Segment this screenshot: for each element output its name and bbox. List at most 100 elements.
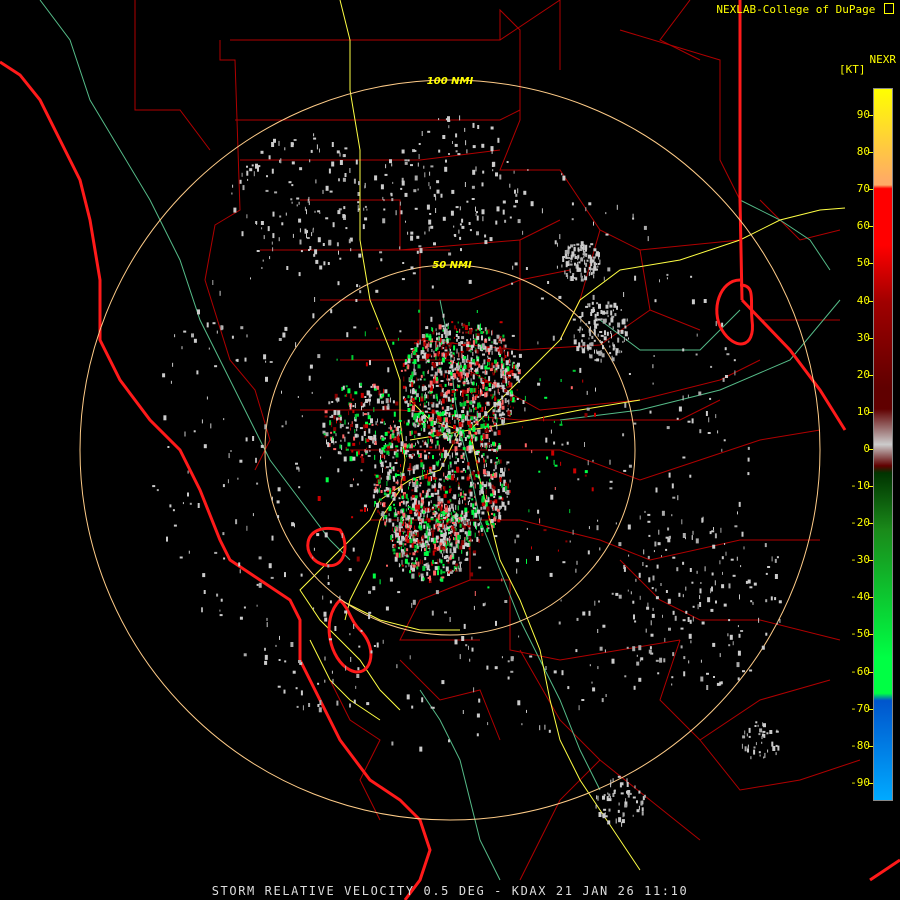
echo-pixel	[484, 602, 486, 606]
echo-pixel	[417, 561, 420, 567]
echo-pixel	[450, 376, 454, 380]
echo-pixel	[417, 356, 420, 362]
echo-pixel	[646, 606, 650, 610]
echo-pixel	[434, 566, 438, 571]
echo-pixel	[381, 511, 385, 517]
echo-pixel	[410, 266, 414, 270]
echo-pixel	[356, 674, 360, 678]
echo-pixel	[501, 405, 505, 410]
echo-pixel	[351, 355, 354, 361]
echo-pixel	[356, 483, 359, 486]
echo-pixel	[380, 450, 384, 455]
echo-pixel	[373, 434, 377, 440]
echo-pixel	[621, 821, 623, 827]
echo-pixel	[427, 391, 429, 394]
echo-pixel	[494, 397, 497, 401]
echo-pixel	[451, 440, 455, 445]
echo-pixel	[257, 166, 259, 172]
echo-pixel	[441, 341, 443, 345]
echo-pixel	[462, 323, 466, 327]
echo-pixel	[271, 535, 274, 541]
echo-pixel	[317, 704, 320, 707]
echo-pixel	[349, 404, 351, 410]
echo-pixel	[406, 554, 409, 558]
echo-pixel	[477, 471, 480, 475]
echo-pixel	[392, 548, 396, 552]
echo-pixel	[485, 350, 487, 353]
echo-pixel	[392, 341, 395, 345]
echo-pixel	[412, 401, 416, 405]
echo-pixel	[647, 520, 651, 523]
echo-pixel	[334, 626, 337, 631]
echo-pixel	[428, 528, 431, 532]
echo-pixel	[611, 592, 614, 595]
scale-label: -70	[850, 701, 870, 715]
echo-pixel	[587, 460, 589, 466]
echo-pixel	[776, 556, 779, 559]
echo-pixel	[710, 608, 714, 612]
echo-pixel	[401, 559, 403, 565]
echo-pixel	[477, 367, 479, 373]
echo-pixel	[322, 595, 324, 600]
echo-pixel	[336, 242, 339, 247]
echo-pixel	[437, 558, 439, 562]
echo-pixel	[431, 527, 433, 530]
echo-pixel	[484, 376, 486, 379]
echo-pixel	[775, 730, 779, 733]
echo-pixel	[482, 494, 484, 500]
echo-pixel	[413, 548, 417, 551]
echo-pixel	[643, 225, 647, 230]
echo-pixel	[277, 685, 281, 688]
scale-tick	[868, 337, 873, 339]
echo-pixel	[620, 329, 624, 334]
echo-pixel	[197, 503, 200, 508]
echo-pixel	[615, 592, 619, 596]
echo-pixel	[476, 536, 479, 542]
echo-pixel	[384, 173, 388, 176]
scale-tick	[868, 448, 873, 450]
echo-pixel	[372, 586, 376, 591]
echo-pixel	[395, 481, 399, 484]
echo-pixel	[457, 477, 459, 481]
echo-pixel	[726, 353, 730, 356]
echo-pixel	[228, 453, 230, 459]
echo-pixel	[464, 507, 468, 513]
echo-pixel	[373, 385, 376, 389]
echo-pixel	[359, 290, 362, 294]
echo-pixel	[609, 480, 613, 483]
ring-label-50: 50 NMI	[432, 260, 472, 271]
echo-pixel	[404, 543, 407, 546]
echo-pixel	[313, 253, 316, 257]
echo-pixel	[464, 415, 467, 421]
echo-pixel	[375, 484, 379, 487]
echo-pixel	[432, 455, 434, 460]
echo-pixel	[672, 556, 676, 559]
echo-pixel	[553, 670, 557, 674]
echo-pixel	[384, 431, 388, 436]
echo-pixel	[478, 412, 481, 418]
echo-pixel	[470, 409, 472, 413]
echo-pixel	[446, 540, 448, 545]
echo-pixel	[596, 795, 598, 800]
echo-pixel	[387, 393, 390, 397]
echo-pixel	[431, 485, 433, 489]
echo-pixel	[468, 222, 471, 225]
echo-pixel	[487, 442, 490, 445]
echo-pixel	[449, 419, 451, 422]
echo-pixel	[447, 374, 449, 380]
scale-tick	[868, 263, 873, 265]
echo-pixel	[433, 362, 436, 368]
echo-pixel	[464, 371, 466, 376]
echo-pixel	[503, 362, 505, 368]
echo-pixel	[580, 257, 584, 262]
echo-pixel	[648, 534, 651, 537]
echo-pixel	[470, 445, 473, 450]
echo-pixel	[624, 675, 627, 678]
echo-pixel	[443, 373, 445, 378]
echo-pixel	[609, 459, 611, 465]
echo-pixel	[437, 514, 440, 520]
echo-pixel	[330, 431, 333, 434]
echo-pixel	[447, 426, 449, 432]
echo-pixel	[602, 624, 606, 628]
echo-pixel	[517, 362, 520, 367]
